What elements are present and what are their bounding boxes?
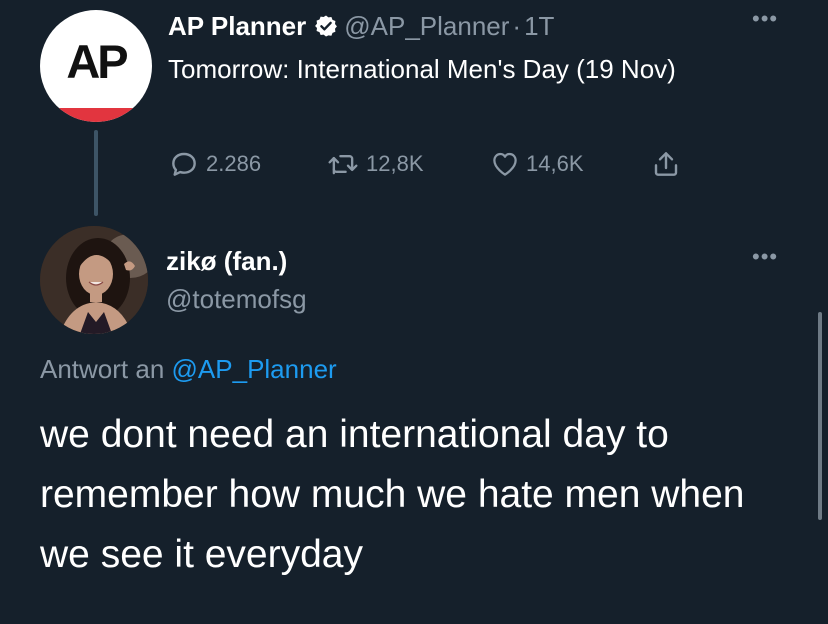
parent-tweet-text: Tomorrow: International Men's Day (19 No… [168, 54, 676, 84]
reply-count: 2.286 [206, 151, 262, 176]
comment-icon [172, 152, 196, 176]
share-action[interactable] [650, 146, 688, 182]
replying-to-label: Antwort an [40, 354, 165, 384]
heart-icon [493, 152, 517, 176]
reply-action[interactable]: 2.286 [168, 146, 261, 182]
ap-logo-stripe [40, 108, 152, 122]
thread-connector-line [94, 130, 98, 216]
retweet-count: 12,8K [366, 151, 424, 176]
share-icon [654, 152, 678, 176]
scrollbar[interactable] [818, 312, 822, 520]
like-count: 14,6K [526, 151, 584, 176]
more-horizontal-icon[interactable]: ••• [752, 246, 778, 268]
replying-to-line: Antwort an @AP_Planner [40, 354, 337, 385]
reply-user-avatar[interactable] [40, 226, 148, 334]
like-action[interactable]: 14,6K [490, 146, 584, 182]
parent-tweet-header: AP Planner @AP_Planner · 1T [168, 8, 554, 44]
reply-handle[interactable]: @totemofsg [166, 284, 307, 315]
reply-display-name[interactable]: zikø (fan.) [166, 246, 287, 277]
more-horizontal-icon[interactable]: ••• [752, 8, 778, 30]
parent-handle[interactable]: @AP_Planner [344, 11, 509, 42]
verified-badge-icon [314, 14, 338, 38]
parent-timestamp[interactable]: 1T [524, 11, 554, 42]
parent-display-name[interactable]: AP Planner [168, 11, 306, 42]
ap-logo-text: AP [66, 35, 128, 88]
retweet-action[interactable]: 12,8K [326, 146, 424, 182]
replying-to-mention[interactable]: @AP_Planner [172, 354, 337, 384]
retweet-icon [328, 154, 358, 175]
ap-planner-avatar[interactable]: AP [40, 10, 152, 122]
reply-tweet-text: we dont need an international day to rem… [40, 413, 745, 576]
header-separator: · [512, 10, 522, 41]
